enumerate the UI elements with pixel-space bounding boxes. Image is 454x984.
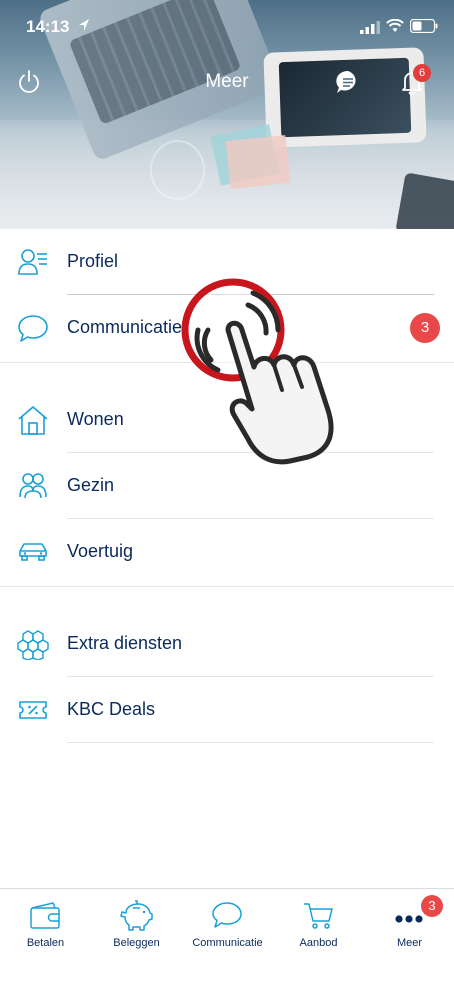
menu-item-label: Profiel: [67, 251, 119, 271]
profile-icon: [18, 249, 47, 275]
ticket-icon: [19, 701, 47, 719]
menu-item-label: Wonen: [67, 409, 124, 429]
menu-item-label: Voertuig: [67, 541, 134, 561]
cart-icon: [304, 903, 333, 929]
header-banner: 14:13 Meer 6: [0, 0, 454, 229]
chat-icon[interactable]: [335, 69, 361, 95]
speech-bubble-icon: [18, 315, 48, 342]
tab-aanbod[interactable]: Aanbod: [273, 889, 364, 984]
menu-item-label: Gezin: [67, 475, 115, 495]
nav-bar: Meer 6: [0, 60, 454, 104]
header-photo-phone: [395, 172, 454, 229]
tab-beleggen[interactable]: Beleggen: [91, 889, 182, 984]
tab-betalen[interactable]: Betalen: [0, 889, 91, 984]
tab-label: Aanbod: [299, 937, 338, 949]
tap-gesture-icon: [181, 278, 334, 465]
status-time: 14:13: [26, 17, 70, 36]
communicatie-badge: 3: [410, 313, 440, 343]
family-icon: [19, 473, 47, 499]
page-title: Meer: [205, 71, 249, 92]
status-bar: 14:13: [0, 0, 454, 52]
header-photo-glass: [150, 140, 205, 200]
wallet-icon: [30, 902, 60, 929]
location-arrow-icon: [79, 19, 89, 31]
group-divider: [0, 586, 454, 587]
header-photo-notes-2: [225, 134, 291, 190]
tab-label: Communicatie: [192, 937, 263, 949]
car-icon: [19, 543, 47, 561]
menu-item-label: KBC Deals: [67, 699, 156, 719]
tab-bar: Betalen Beleggen Communicatie Aanbod Mee…: [0, 888, 454, 984]
tab-communicatie[interactable]: Communicatie: [182, 889, 273, 984]
wifi-icon: [386, 19, 404, 32]
tab-label: Meer: [396, 937, 423, 949]
meer-badge: 3: [421, 895, 443, 917]
tab-label: Betalen: [26, 937, 65, 949]
hexagons-icon: [17, 630, 49, 660]
battery-icon: [410, 19, 438, 33]
signal-icon: [360, 21, 380, 34]
tab-label: Beleggen: [113, 937, 160, 949]
menu-item-label: Communicatie: [67, 317, 183, 337]
menu-item-voertuig[interactable]: Voertuig: [0, 519, 454, 585]
menu-item-label: Extra diensten: [67, 633, 183, 653]
speech-bubble-icon: [212, 902, 242, 928]
piggy-bank-icon: [120, 900, 153, 931]
notifications-badge: 6: [413, 64, 431, 82]
menu-item-extra-diensten[interactable]: Extra diensten: [0, 611, 454, 677]
menu-item-kbc-deals[interactable]: KBC Deals: [0, 677, 454, 743]
divider: [67, 742, 434, 743]
house-icon: [18, 406, 48, 435]
